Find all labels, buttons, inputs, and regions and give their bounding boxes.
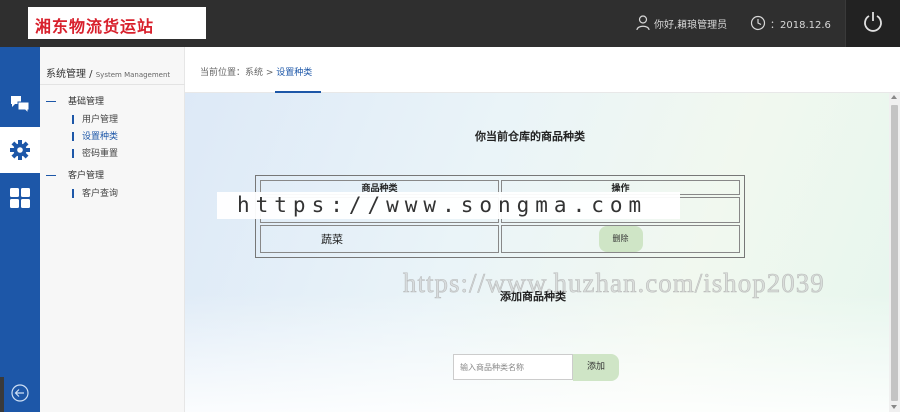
watermark-huzhan: https://www.huzhan.com/ishop2039	[403, 268, 825, 299]
add-button[interactable]: 添加	[573, 354, 619, 381]
gear-icon	[10, 140, 30, 160]
secondary-menu: 系统管理 / System Management 基础管理 用户管理 设置种类 …	[40, 47, 185, 412]
item-label: 用户管理	[82, 115, 119, 125]
item-bar	[72, 149, 74, 158]
back-arrow-icon[interactable]	[11, 384, 29, 402]
watermark-songma: https://www.songma.com	[217, 192, 680, 219]
menu-title-cn: 系统管理	[46, 69, 86, 80]
category-name-input[interactable]	[453, 354, 573, 380]
menu-group-customers[interactable]: 客户管理	[46, 168, 104, 181]
group-label: 基础管理	[68, 97, 105, 107]
menu-group-basic[interactable]: 基础管理	[46, 94, 104, 107]
collapse-dash-icon	[46, 101, 56, 102]
user-info: 你好,頛琅管理员	[636, 14, 727, 32]
scroll-thumb[interactable]	[891, 105, 898, 401]
item-bar	[72, 189, 74, 198]
menu-title-sep: /	[86, 69, 96, 80]
menu-item-customer-query[interactable]: 客户查询	[72, 186, 118, 199]
delete-button[interactable]: 删除	[598, 226, 643, 252]
scroll-down-arrow-icon[interactable]	[891, 405, 897, 409]
category-section-title: 你当前仓库的商品种类	[475, 130, 585, 143]
vertical-scrollbar[interactable]	[889, 93, 900, 412]
table-row: 蔬菜 删除	[260, 225, 740, 253]
current-date: ：2018.12.6	[770, 19, 831, 31]
menu-item-user-management[interactable]: 用户管理	[72, 112, 118, 125]
content-fade	[185, 293, 889, 412]
item-bar	[72, 132, 74, 141]
item-label: 客户查询	[82, 189, 119, 199]
item-label: 密码重置	[82, 149, 119, 159]
group-label: 客户管理	[68, 171, 105, 181]
menu-title: 系统管理 / System Management	[46, 65, 170, 80]
rail-item-apps[interactable]	[0, 175, 40, 221]
item-label: 设置种类	[82, 132, 119, 142]
item-bar	[72, 115, 74, 124]
icon-rail	[0, 47, 40, 412]
power-icon	[864, 12, 882, 32]
collapse-dash-icon	[46, 175, 56, 176]
logo-text: 湘东物流货运站	[35, 17, 155, 36]
category-cell: 蔬菜	[260, 225, 499, 253]
rail-item-messages[interactable]	[0, 81, 40, 127]
breadcrumb-current[interactable]: 设置种类	[276, 68, 312, 78]
rail-edge-strip	[0, 377, 4, 412]
breadcrumb-bar: 当前位置：系统 > 设置种类	[185, 47, 900, 93]
menu-title-en: System Management	[95, 71, 171, 79]
scroll-up-arrow-icon[interactable]	[891, 95, 897, 99]
breadcrumb-prefix: 当前位置：系统 >	[200, 68, 277, 78]
grid-icon	[10, 188, 30, 208]
content-panel: 你当前仓库的商品种类 商品种类 操作 蔬菜 删除 添加商品种类 输入商品种类名称…	[185, 93, 889, 412]
breadcrumb: 当前位置：系统 > 设置种类	[200, 65, 312, 78]
menu-item-set-category[interactable]: 设置种类	[72, 129, 118, 142]
action-cell: 删除	[501, 225, 740, 253]
logo: 湘东物流货运站	[28, 7, 206, 39]
top-header: 湘东物流货运站 你好,頛琅管理员 ：2018.12.6	[0, 0, 900, 47]
user-greeting: 你好,頛琅管理员	[654, 19, 728, 31]
date-info: ：2018.12.6	[750, 14, 831, 32]
menu-item-password-reset[interactable]: 密码重置	[72, 146, 118, 159]
chat-bubbles-icon	[11, 96, 30, 115]
menu-divider	[40, 84, 185, 85]
clock-icon	[750, 15, 766, 31]
user-icon	[636, 15, 650, 31]
rail-item-settings[interactable]	[0, 127, 40, 173]
logout-button[interactable]	[845, 0, 900, 47]
